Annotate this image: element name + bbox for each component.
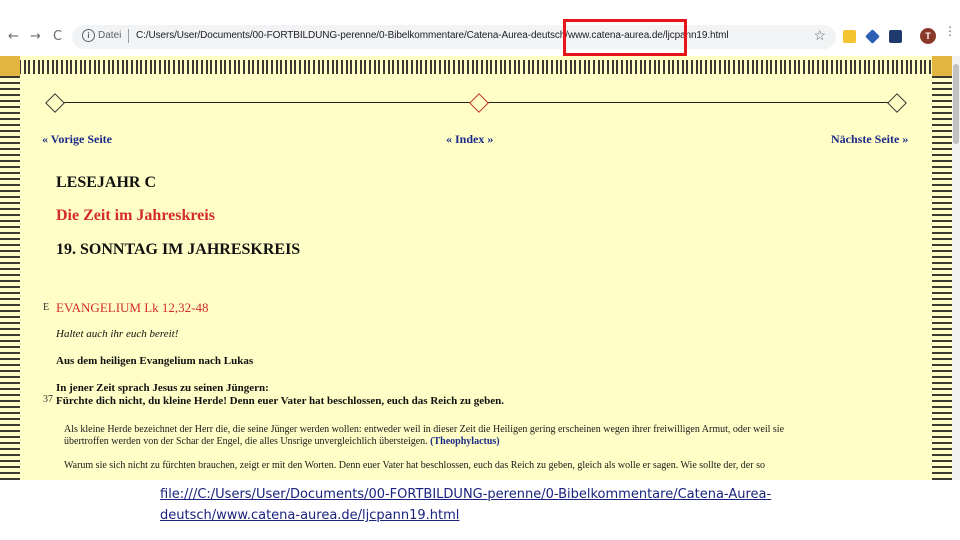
ornament-center-icon: [469, 93, 489, 113]
greek-key-border-right: [932, 56, 952, 480]
address-bar[interactable]: i Datei C:/Users/User/Documents/00-FORTB…: [72, 25, 836, 49]
greek-key-border-top: [0, 60, 952, 74]
index-link[interactable]: « Index »: [446, 132, 493, 147]
info-icon[interactable]: i: [82, 29, 95, 42]
commentary-line-3: Warum sie sich nicht zu fürchten brauche…: [64, 460, 765, 471]
scrollbar-thumb[interactable]: [953, 64, 959, 144]
reload-button[interactable]: C: [53, 30, 62, 44]
gospel-marker: E: [43, 302, 50, 313]
commentary-line-2-text: übertroffen werden von der Schar der Eng…: [64, 436, 428, 447]
extension-chart-icon[interactable]: [889, 30, 902, 43]
address-divider: [128, 29, 129, 43]
back-button[interactable]: ←: [8, 30, 19, 44]
season-heading: Die Zeit im Jahreskreis: [56, 207, 215, 224]
browser-toolbar: ← → C i Datei C:/Users/User/Documents/00…: [0, 0, 960, 54]
border-corner-top-right: [932, 56, 952, 76]
gospel-reference: EVANGELIUM Lk 12,32-48: [56, 300, 209, 315]
url-highlight-box: [563, 19, 687, 56]
greek-key-border-left: [0, 56, 20, 480]
page-viewport: « Vorige Seite « Index » Nächste Seite »…: [0, 56, 960, 480]
browser-menu-icon[interactable]: ⋮: [944, 25, 956, 37]
extension-pencil-icon[interactable]: [843, 30, 856, 43]
gospel-source: Aus dem heiligen Evangelium nach Lukas: [56, 355, 254, 367]
bookmark-star-icon[interactable]: ☆: [813, 27, 826, 44]
exhortation-text: Haltet auch ihr euch bereit!: [56, 328, 179, 340]
gospel-intro: In jener Zeit sprach Jesus zu seinen Jün…: [56, 382, 269, 394]
commentary-line-1: Als kleine Herde bezeichnet der Herr die…: [64, 424, 785, 435]
scheme-label: Datei: [98, 30, 122, 41]
commentary-author-link[interactable]: (Theophylactus): [430, 436, 499, 447]
forward-button[interactable]: →: [30, 30, 41, 44]
border-corner-top-left: [0, 56, 20, 76]
extension-diamond-icon[interactable]: [865, 29, 880, 44]
file-path-caption[interactable]: file:///C:/Users/User/Documents/00-FORTB…: [160, 484, 800, 526]
next-page-link[interactable]: Nächste Seite »: [831, 132, 908, 147]
gospel-verse: Fürchte dich nicht, du kleine Herde! Den…: [56, 395, 504, 407]
ornament-left-icon: [45, 93, 65, 113]
commentary-line-2: übertroffen werden von der Schar der Eng…: [64, 436, 500, 447]
prev-page-link[interactable]: « Vorige Seite: [42, 132, 112, 147]
verse-marker: 37: [43, 394, 53, 405]
sunday-heading: 19. SONNTAG IM JAHRESKREIS: [56, 241, 301, 258]
profile-avatar[interactable]: T: [920, 28, 936, 44]
year-heading: LESEJAHR C: [56, 174, 157, 191]
ornament-right-icon: [887, 93, 907, 113]
